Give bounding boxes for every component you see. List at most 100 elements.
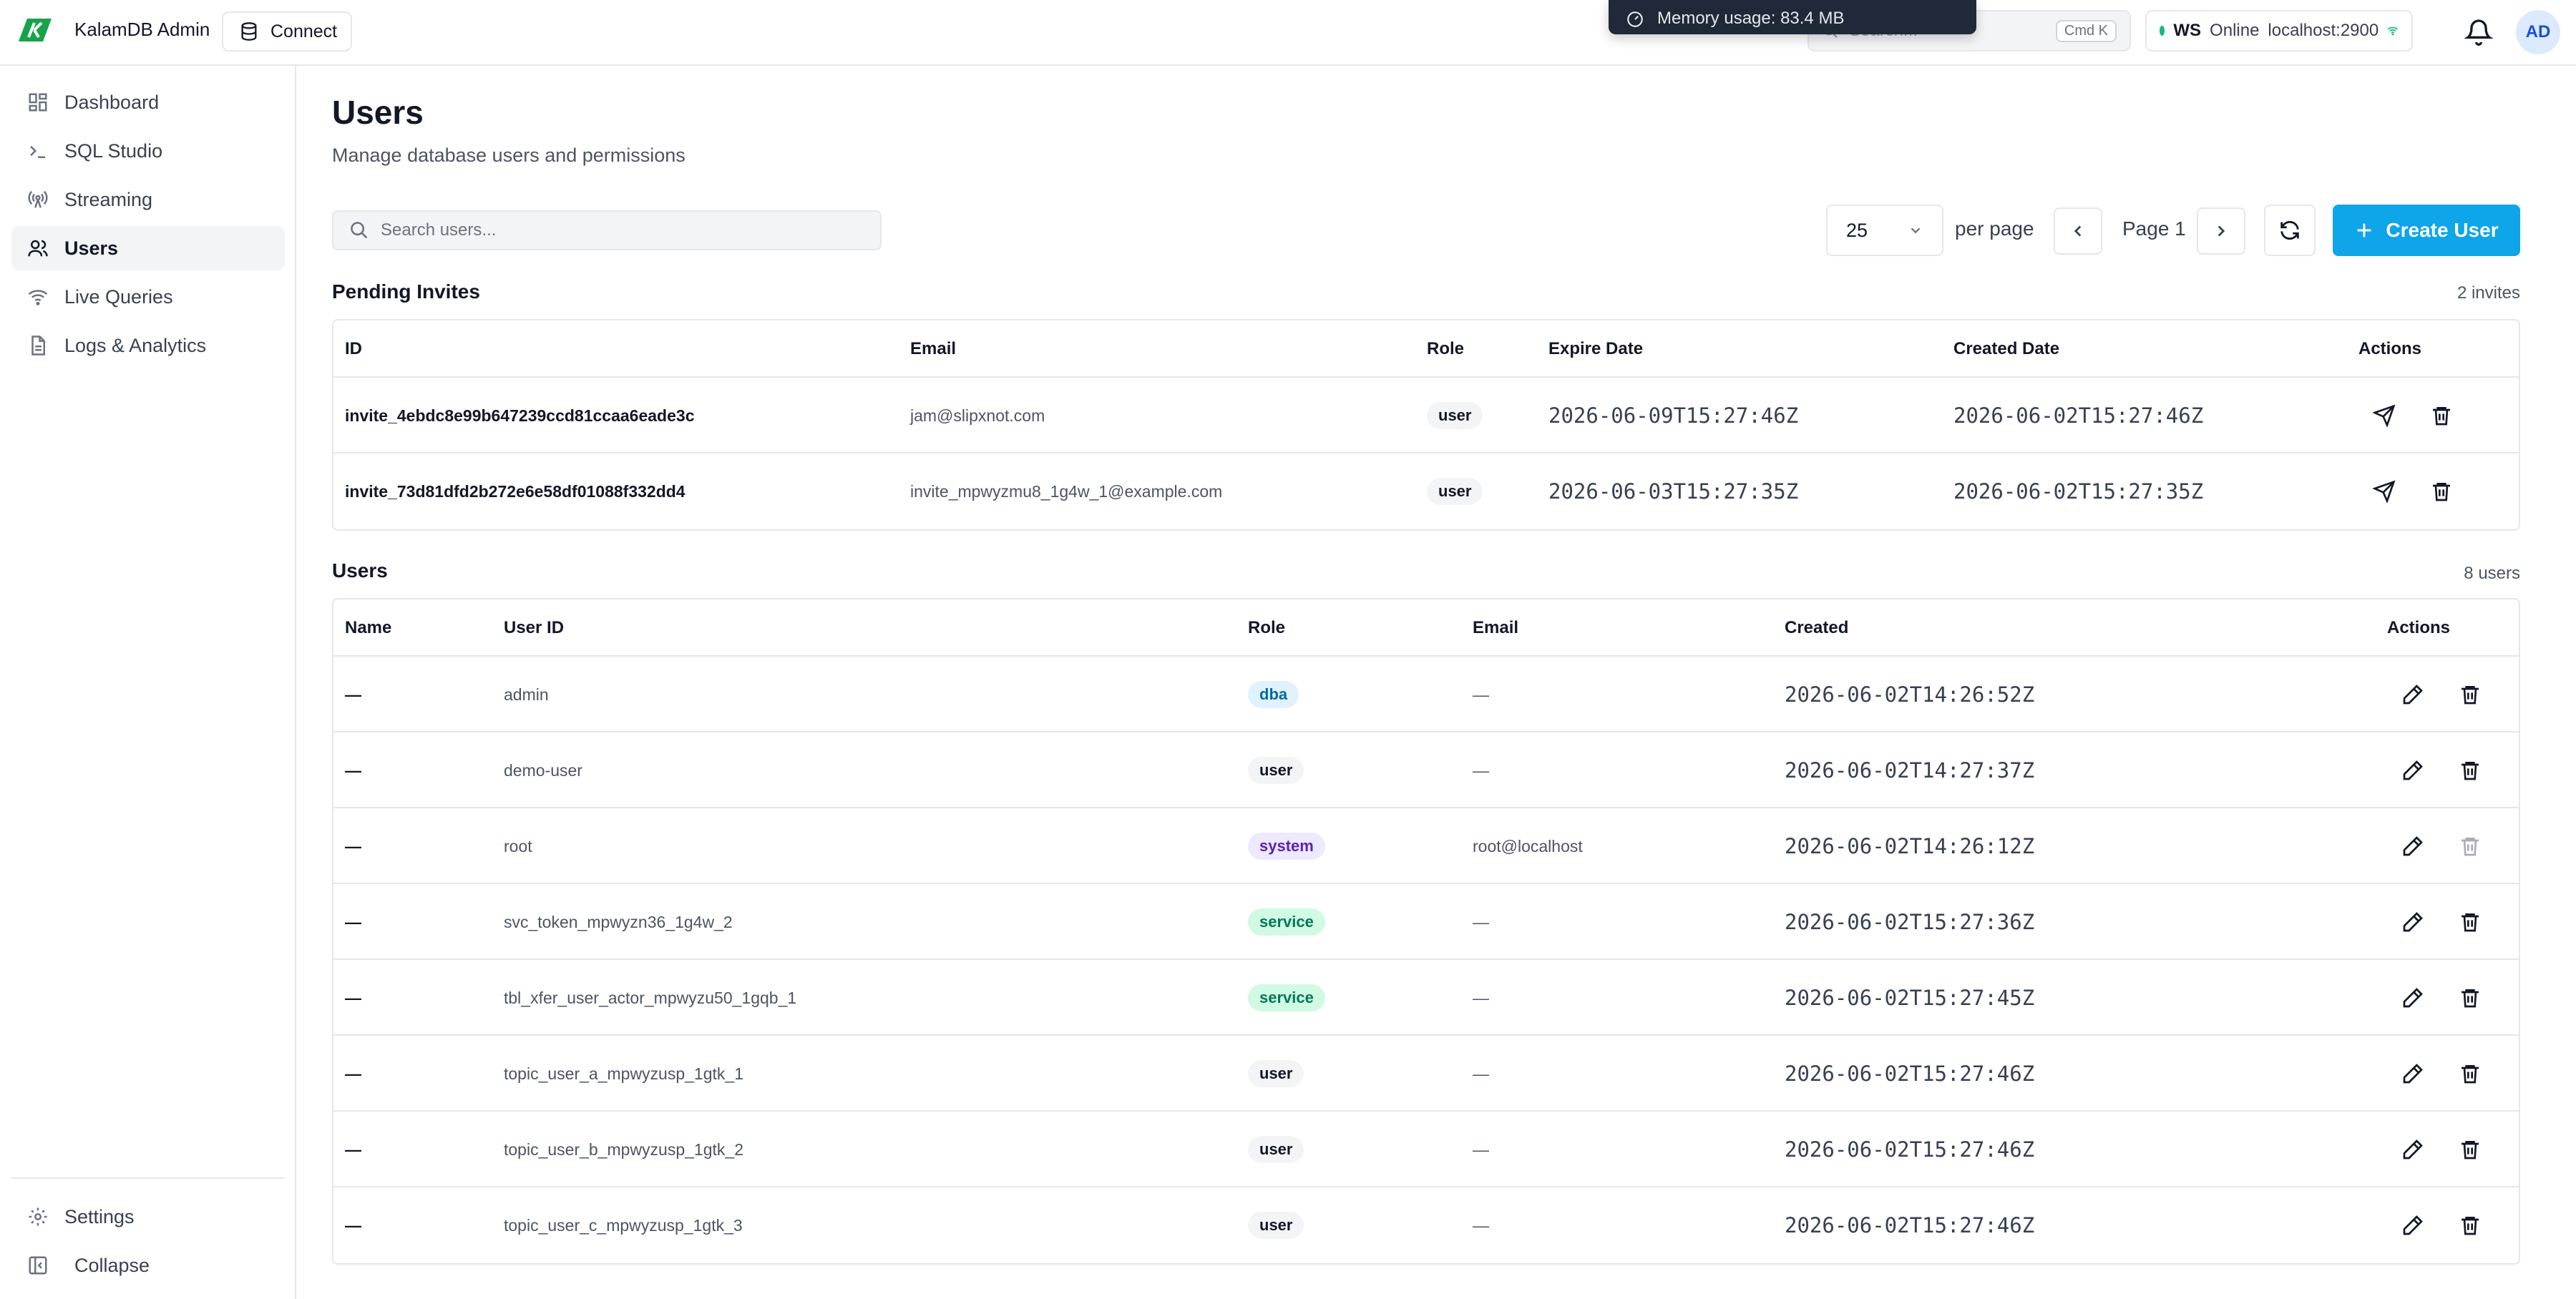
wifi-icon <box>2387 26 2399 36</box>
sidebar-divider <box>11 1177 285 1179</box>
sidebar-item-logs-analytics[interactable]: Logs & Analytics <box>11 323 285 368</box>
sidebar-item-streaming[interactable]: Streaming <box>11 177 285 222</box>
delete-user-button[interactable] <box>2456 680 2484 709</box>
edit-user-button[interactable] <box>2399 832 2427 861</box>
refresh-button[interactable] <box>2264 205 2316 256</box>
resend-invite-button[interactable] <box>2370 477 2399 506</box>
users-table: Name User ID Role Email Created Actions … <box>332 598 2520 1265</box>
user-email: — <box>1473 760 1489 780</box>
table-row: — demo-user user — 2026-06-02T14:27:37Z <box>333 732 2519 808</box>
refresh-icon <box>2280 220 2299 240</box>
edit-user-button[interactable] <box>2399 908 2427 936</box>
user-id: svc_token_mpwyzn36_1g4w_2 <box>504 912 733 931</box>
user-email: — <box>1473 1064 1489 1083</box>
delete-invite-button[interactable] <box>2427 401 2456 430</box>
invites-table-header: ID Email Role Expire Date Created Date A… <box>333 320 2519 378</box>
user-role: user <box>1248 732 1304 808</box>
delete-invite-button[interactable] <box>2427 477 2456 506</box>
user-email: — <box>1473 1139 1489 1159</box>
edit-user-icon <box>2403 1139 2423 1160</box>
delete-user-button[interactable] <box>2456 756 2484 785</box>
edit-user-icon <box>2403 1064 2423 1084</box>
edit-user-button[interactable] <box>2399 984 2427 1012</box>
page-title: Users <box>332 94 424 131</box>
edit-user-button[interactable] <box>2399 1059 2427 1088</box>
broadcast-icon <box>28 190 48 208</box>
delete-user-button[interactable] <box>2456 1211 2484 1240</box>
notifications-bell-icon[interactable] <box>2464 17 2493 46</box>
delete-user-button[interactable] <box>2456 984 2484 1012</box>
user-created: 2026-06-02T15:27:46Z <box>1785 1062 2035 1086</box>
table-row: — svc_token_mpwyzn36_1g4w_2 service — 2026-0… <box>333 884 2519 960</box>
col-created: Created <box>1785 618 1849 637</box>
app-title: KalamDB Admin <box>74 19 210 40</box>
delete-user-icon <box>2462 762 2479 780</box>
connect-button[interactable]: Connect <box>222 11 352 52</box>
user-email: — <box>1473 1215 1489 1235</box>
resend-invite-button[interactable] <box>2370 401 2399 430</box>
col-role: Role <box>1427 339 1465 358</box>
user-created: 2026-06-02T15:27:46Z <box>1785 1213 2035 1237</box>
next-page-button[interactable] <box>2197 207 2245 255</box>
user-id: topic_user_b_mpwyzusp_1gtk_2 <box>504 1139 743 1159</box>
table-row: — admin dba — 2026-06-02T14:26:52Z <box>333 657 2519 732</box>
user-created: 2026-06-02T15:27:46Z <box>1785 1137 2035 1162</box>
page-indicator: Page 1 <box>2122 217 2186 240</box>
table-row: invite_4ebdc8e99b647239ccd81ccaa6eade3c j… <box>333 378 2519 454</box>
user-created: 2026-06-02T15:27:36Z <box>1785 910 2035 934</box>
delete-user-icon <box>2462 913 2479 932</box>
users-icon <box>28 240 48 257</box>
collapse-sidebar-button[interactable]: Collapse <box>11 1243 285 1288</box>
user-role: system <box>1248 808 1325 884</box>
user-search[interactable] <box>332 210 882 250</box>
sidebar-item-live-queries[interactable]: Live Queries <box>11 275 285 319</box>
previous-page-button[interactable] <box>2054 207 2102 255</box>
file-text-icon <box>31 335 45 356</box>
sidebar: Dashboard SQL Studio Streaming Users Liv… <box>0 66 296 1299</box>
delete-user-icon <box>2462 1217 2479 1235</box>
wifi-icon <box>28 290 48 305</box>
create-user-button[interactable]: Create User <box>2333 205 2520 256</box>
per-page-select[interactable]: 25 <box>1826 205 1943 256</box>
delete-user-button[interactable] <box>2456 1059 2484 1088</box>
invite-role: user <box>1427 378 1483 454</box>
sidebar-item-users[interactable]: Users <box>11 226 285 270</box>
role-badge: service <box>1248 984 1325 1011</box>
user-name: — <box>345 1064 361 1083</box>
ws-status-indicator[interactable]: WS Online localhost:2900 <box>2145 10 2413 52</box>
per-page-label: per page <box>1955 217 2034 240</box>
edit-user-button[interactable] <box>2399 756 2427 785</box>
avatar[interactable]: AD <box>2516 10 2560 54</box>
col-actions: Actions <box>2387 618 2451 637</box>
user-role: dba <box>1248 657 1299 732</box>
resend-invite-icon <box>2373 404 2396 427</box>
user-search-input[interactable] <box>381 220 867 240</box>
user-name: — <box>345 760 361 780</box>
edit-user-button[interactable] <box>2399 1135 2427 1164</box>
search-shortcut: Cmd K <box>2055 19 2117 42</box>
ws-status: Online <box>2210 21 2260 40</box>
col-email: Email <box>1473 618 1519 637</box>
database-icon <box>241 22 257 41</box>
role-badge: dba <box>1248 681 1299 708</box>
users-section-title: Users <box>332 559 388 582</box>
delete-user-button[interactable] <box>2456 1135 2484 1164</box>
user-role: user <box>1248 1187 1304 1263</box>
user-email: — <box>1473 912 1489 931</box>
delete-user-icon <box>2462 838 2479 856</box>
role-badge: user <box>1248 1136 1304 1163</box>
user-role: service <box>1248 884 1325 960</box>
sidebar-item-sql-studio[interactable]: SQL Studio <box>11 129 285 173</box>
per-page-value: 25 <box>1846 219 1868 241</box>
user-created: 2026-06-02T14:27:37Z <box>1785 758 2035 783</box>
sidebar-item-label: Dashboard <box>64 91 160 113</box>
edit-user-icon <box>2403 760 2423 780</box>
edit-user-button[interactable] <box>2399 680 2427 709</box>
chevron-down-icon <box>1911 227 1921 234</box>
table-row: — topic_user_a_mpwyzusp_1gtk_1 user — 2026-0… <box>333 1036 2519 1112</box>
edit-user-button[interactable] <box>2399 1211 2427 1240</box>
sidebar-item-dashboard[interactable]: Dashboard <box>11 80 285 124</box>
table-row: — topic_user_c_mpwyzusp_1gtk_3 user — 2026-0… <box>333 1187 2519 1263</box>
delete-user-button[interactable] <box>2456 908 2484 936</box>
sidebar-item-settings[interactable]: Settings <box>11 1195 285 1239</box>
